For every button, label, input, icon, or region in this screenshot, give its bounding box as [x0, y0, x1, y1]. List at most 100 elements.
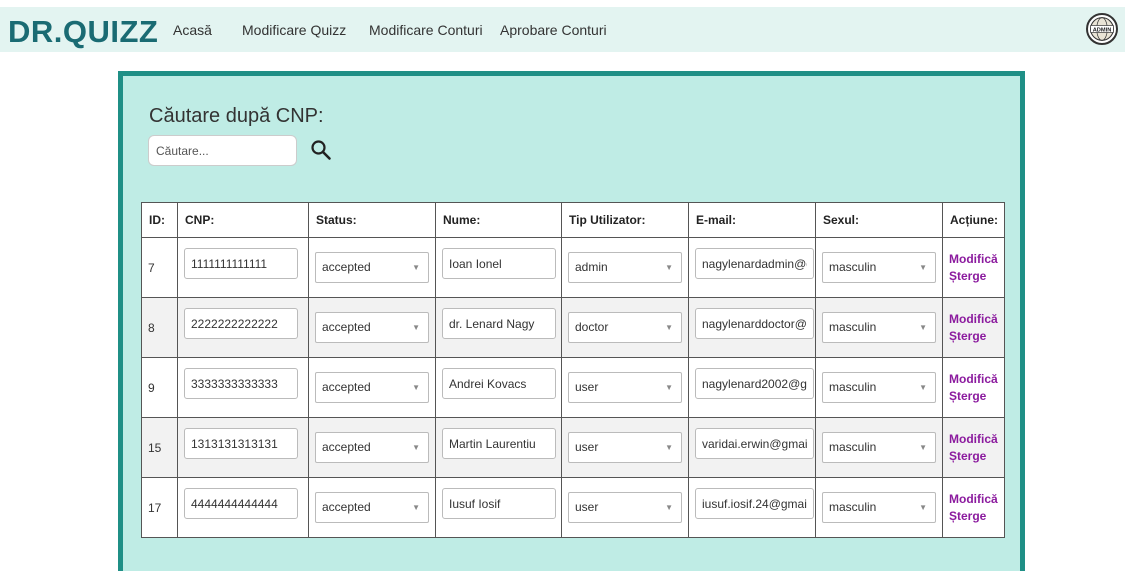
status-value: accepted — [322, 500, 371, 514]
header-sex: Sexul: — [815, 202, 943, 238]
sex-value: masculin — [829, 440, 877, 454]
user-type-value: user — [575, 380, 599, 394]
nav-link-edit-quiz[interactable]: Modificare Quizz — [242, 22, 346, 38]
users-table: ID: CNP: Status: Nume: Tip Utilizator: E… — [141, 202, 1005, 538]
status-select[interactable]: accepted ▼ — [315, 312, 429, 343]
edit-link[interactable]: Modifică — [949, 311, 1004, 328]
cell-cnp — [177, 357, 309, 418]
cell-sex: masculin ▼ — [815, 417, 943, 478]
header-email: E-mail: — [688, 202, 816, 238]
chevron-down-icon: ▼ — [665, 383, 673, 392]
user-type-select[interactable]: user ▼ — [568, 372, 682, 403]
chevron-down-icon: ▼ — [665, 443, 673, 452]
edit-link[interactable]: Modifică — [949, 431, 1004, 448]
delete-link[interactable]: Șterge — [949, 268, 1004, 285]
sex-select[interactable]: masculin ▼ — [822, 252, 936, 283]
chevron-down-icon: ▼ — [412, 503, 420, 512]
header-name: Nume: — [435, 202, 562, 238]
cell-email — [688, 357, 816, 418]
cell-id: 17 — [141, 477, 178, 538]
name-input[interactable] — [442, 368, 556, 399]
name-input[interactable] — [442, 428, 556, 459]
chevron-down-icon: ▼ — [919, 323, 927, 332]
cell-name — [435, 357, 562, 418]
edit-link[interactable]: Modifică — [949, 491, 1004, 508]
search-title: Căutare după CNP: — [149, 105, 324, 127]
cnp-input[interactable] — [184, 368, 298, 399]
name-input[interactable] — [442, 248, 556, 279]
header-user-type: Tip Utilizator: — [561, 202, 689, 238]
header-cnp: CNP: — [177, 202, 309, 238]
email-input[interactable] — [695, 308, 814, 339]
user-type-select[interactable]: user ▼ — [568, 432, 682, 463]
user-type-select[interactable]: user ▼ — [568, 492, 682, 523]
cell-status: accepted ▼ — [308, 357, 436, 418]
cell-actions: Modifică Șterge — [942, 237, 1005, 298]
user-type-value: admin — [575, 260, 608, 274]
header-status: Status: — [308, 202, 436, 238]
header-action: Acțiune: — [942, 202, 1005, 238]
app-logo[interactable]: DR.QUIZZ — [8, 14, 158, 50]
name-input[interactable] — [442, 308, 556, 339]
table-row: 7 accepted ▼ admin ▼ masculin ▼ Modifică Șt… — [141, 237, 1005, 298]
search-icon[interactable] — [309, 138, 333, 162]
table-row: 9 accepted ▼ user ▼ masculin ▼ Modifică Ște… — [141, 357, 1005, 418]
nav-link-edit-accounts[interactable]: Modificare Conturi — [369, 22, 483, 38]
cell-email — [688, 477, 816, 538]
email-input[interactable] — [695, 428, 814, 459]
cell-actions: Modifică Șterge — [942, 297, 1005, 358]
user-type-select[interactable]: doctor ▼ — [568, 312, 682, 343]
cell-status: accepted ▼ — [308, 237, 436, 298]
cnp-input[interactable] — [184, 488, 298, 519]
delete-link[interactable]: Șterge — [949, 388, 1004, 405]
table-row: 8 accepted ▼ doctor ▼ masculin ▼ Modifică Ș… — [141, 297, 1005, 358]
user-type-value: doctor — [575, 320, 609, 334]
sex-select[interactable]: masculin ▼ — [822, 372, 936, 403]
cell-id: 8 — [141, 297, 178, 358]
delete-link[interactable]: Șterge — [949, 328, 1004, 345]
table-row: 15 accepted ▼ user ▼ masculin ▼ Modifică Șt… — [141, 417, 1005, 478]
cell-email — [688, 297, 816, 358]
email-input[interactable] — [695, 248, 814, 279]
edit-link[interactable]: Modifică — [949, 251, 1004, 268]
cell-cnp — [177, 297, 309, 358]
cell-cnp — [177, 237, 309, 298]
cell-sex: masculin ▼ — [815, 237, 943, 298]
status-select[interactable]: accepted ▼ — [315, 492, 429, 523]
admin-avatar[interactable]: ADMIN — [1086, 13, 1118, 45]
table-row: 17 accepted ▼ user ▼ masculin ▼ Modifică Șt… — [141, 477, 1005, 538]
cnp-input[interactable] — [184, 308, 298, 339]
cnp-input[interactable] — [184, 248, 298, 279]
delete-link[interactable]: Șterge — [949, 508, 1004, 525]
email-input[interactable] — [695, 368, 814, 399]
status-select[interactable]: accepted ▼ — [315, 432, 429, 463]
edit-link[interactable]: Modifică — [949, 371, 1004, 388]
cell-user-type: user ▼ — [561, 417, 689, 478]
status-select[interactable]: accepted ▼ — [315, 252, 429, 283]
nav-link-home[interactable]: Acasă — [173, 22, 212, 38]
user-type-select[interactable]: admin ▼ — [568, 252, 682, 283]
table-header-row: ID: CNP: Status: Nume: Tip Utilizator: E… — [141, 202, 1005, 238]
cell-user-type: admin ▼ — [561, 237, 689, 298]
cell-id: 7 — [141, 237, 178, 298]
cnp-input[interactable] — [184, 428, 298, 459]
sex-select[interactable]: masculin ▼ — [822, 432, 936, 463]
sex-value: masculin — [829, 380, 877, 394]
nav-link-approve-accounts[interactable]: Aprobare Conturi — [500, 22, 607, 38]
chevron-down-icon: ▼ — [665, 503, 673, 512]
top-navbar: DR.QUIZZ Acasă Modificare Quizz Modifica… — [0, 7, 1125, 52]
cell-status: accepted ▼ — [308, 417, 436, 478]
chevron-down-icon: ▼ — [919, 383, 927, 392]
sex-value: masculin — [829, 320, 877, 334]
status-select[interactable]: accepted ▼ — [315, 372, 429, 403]
name-input[interactable] — [442, 488, 556, 519]
chevron-down-icon: ▼ — [412, 323, 420, 332]
email-input[interactable] — [695, 488, 814, 519]
cell-actions: Modifică Șterge — [942, 357, 1005, 418]
sex-select[interactable]: masculin ▼ — [822, 492, 936, 523]
delete-link[interactable]: Șterge — [949, 448, 1004, 465]
chevron-down-icon: ▼ — [919, 263, 927, 272]
search-input[interactable] — [148, 135, 297, 166]
sex-select[interactable]: masculin ▼ — [822, 312, 936, 343]
status-value: accepted — [322, 320, 371, 334]
